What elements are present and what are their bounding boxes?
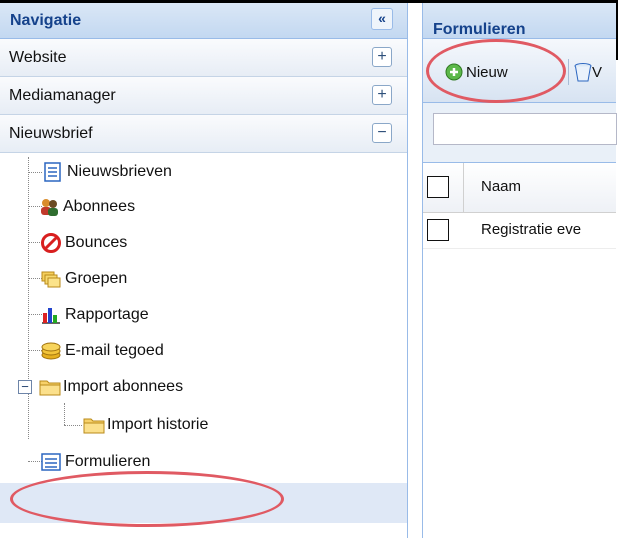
collapse-icon[interactable]: − [372, 123, 392, 143]
tree-item-label: Rapportage [65, 306, 149, 323]
table-cell-naam: Registratie eve [481, 221, 582, 238]
expand-icon[interactable]: + [372, 47, 392, 67]
tree-item-label: E-mail tegoed [65, 342, 164, 359]
panel-header: Formulieren [423, 3, 616, 39]
tree-item-label: Groepen [65, 270, 128, 287]
accordion-label: Website [9, 49, 67, 66]
search-bar [423, 103, 617, 163]
tree-item-import-historie[interactable]: Import historie [82, 411, 208, 439]
tree-item-email-tegoed[interactable]: E-mail tegoed [40, 337, 164, 365]
accordion-website[interactable]: Website + [0, 39, 407, 77]
accordion-label: Mediamanager [9, 87, 116, 104]
row-checkbox[interactable] [427, 219, 449, 241]
grid-header: Naam [423, 163, 616, 213]
groups-icon [40, 268, 62, 290]
tree-item-groepen[interactable]: Groepen [40, 265, 127, 293]
table-row[interactable]: Registratie eve [423, 213, 616, 249]
accordion-mediamanager[interactable]: Mediamanager + [0, 77, 407, 115]
trash-icon [574, 62, 592, 82]
report-chart-icon [40, 304, 62, 326]
tree-item-abonnees[interactable]: Abonnees [38, 193, 135, 221]
highlight-annotation-ellipse [426, 39, 566, 103]
tree-connector [28, 172, 42, 173]
search-input[interactable] [433, 113, 617, 145]
column-separator [463, 163, 464, 213]
delete-button[interactable]: V [574, 59, 602, 85]
navigation-header: Navigatie « [0, 3, 407, 39]
column-header-naam[interactable]: Naam [481, 178, 521, 195]
coins-icon [40, 340, 62, 362]
highlight-annotation-ellipse [10, 471, 284, 527]
tree-item-label: Abonnees [63, 198, 136, 215]
bounces-icon [40, 232, 62, 254]
folder-icon [38, 376, 61, 398]
toolbar-separator [568, 59, 569, 85]
tree-item-label: Bounces [65, 234, 128, 251]
tree-item-label: Import abonnees [63, 378, 184, 395]
toolbar: Nieuw V [423, 39, 616, 103]
tree-item-rapportage[interactable]: Rapportage [40, 301, 149, 329]
folder-icon [82, 414, 105, 436]
tree-item-import-abonnees[interactable]: − Import abonnees [18, 373, 183, 401]
accordion-label: Nieuwsbrief [9, 125, 93, 142]
panel-title: Formulieren [433, 21, 526, 38]
tree-collapse-toggle-icon[interactable]: − [18, 380, 32, 394]
expand-icon[interactable]: + [372, 85, 392, 105]
subscribers-icon [38, 196, 60, 218]
tree-item-nieuwsbrieven[interactable]: Nieuwsbrieven [42, 158, 172, 186]
nieuwsbrief-tree: Nieuwsbrieven Abonnees Bounces Groepen R… [0, 153, 407, 523]
navigation-title: Navigatie [10, 12, 82, 29]
tree-item-label: Nieuwsbrieven [67, 163, 172, 180]
formulieren-panel: Formulieren Nieuw V Naam Registratie eve [422, 3, 617, 538]
collapse-panel-button[interactable]: « [371, 8, 393, 30]
navigation-panel: Navigatie « Website + Mediamanager + Nie… [0, 3, 408, 538]
tree-connector [64, 403, 65, 425]
tree-item-label: Formulieren [65, 453, 151, 470]
accordion-nieuwsbrief[interactable]: Nieuwsbrief − [0, 115, 407, 153]
delete-button-label: V [592, 63, 603, 81]
select-all-checkbox[interactable] [427, 176, 449, 198]
newsletter-icon [42, 161, 64, 183]
tree-item-bounces[interactable]: Bounces [40, 229, 127, 257]
tree-item-label: Import historie [107, 416, 209, 433]
form-icon [40, 451, 62, 473]
tree-connector [64, 425, 82, 426]
